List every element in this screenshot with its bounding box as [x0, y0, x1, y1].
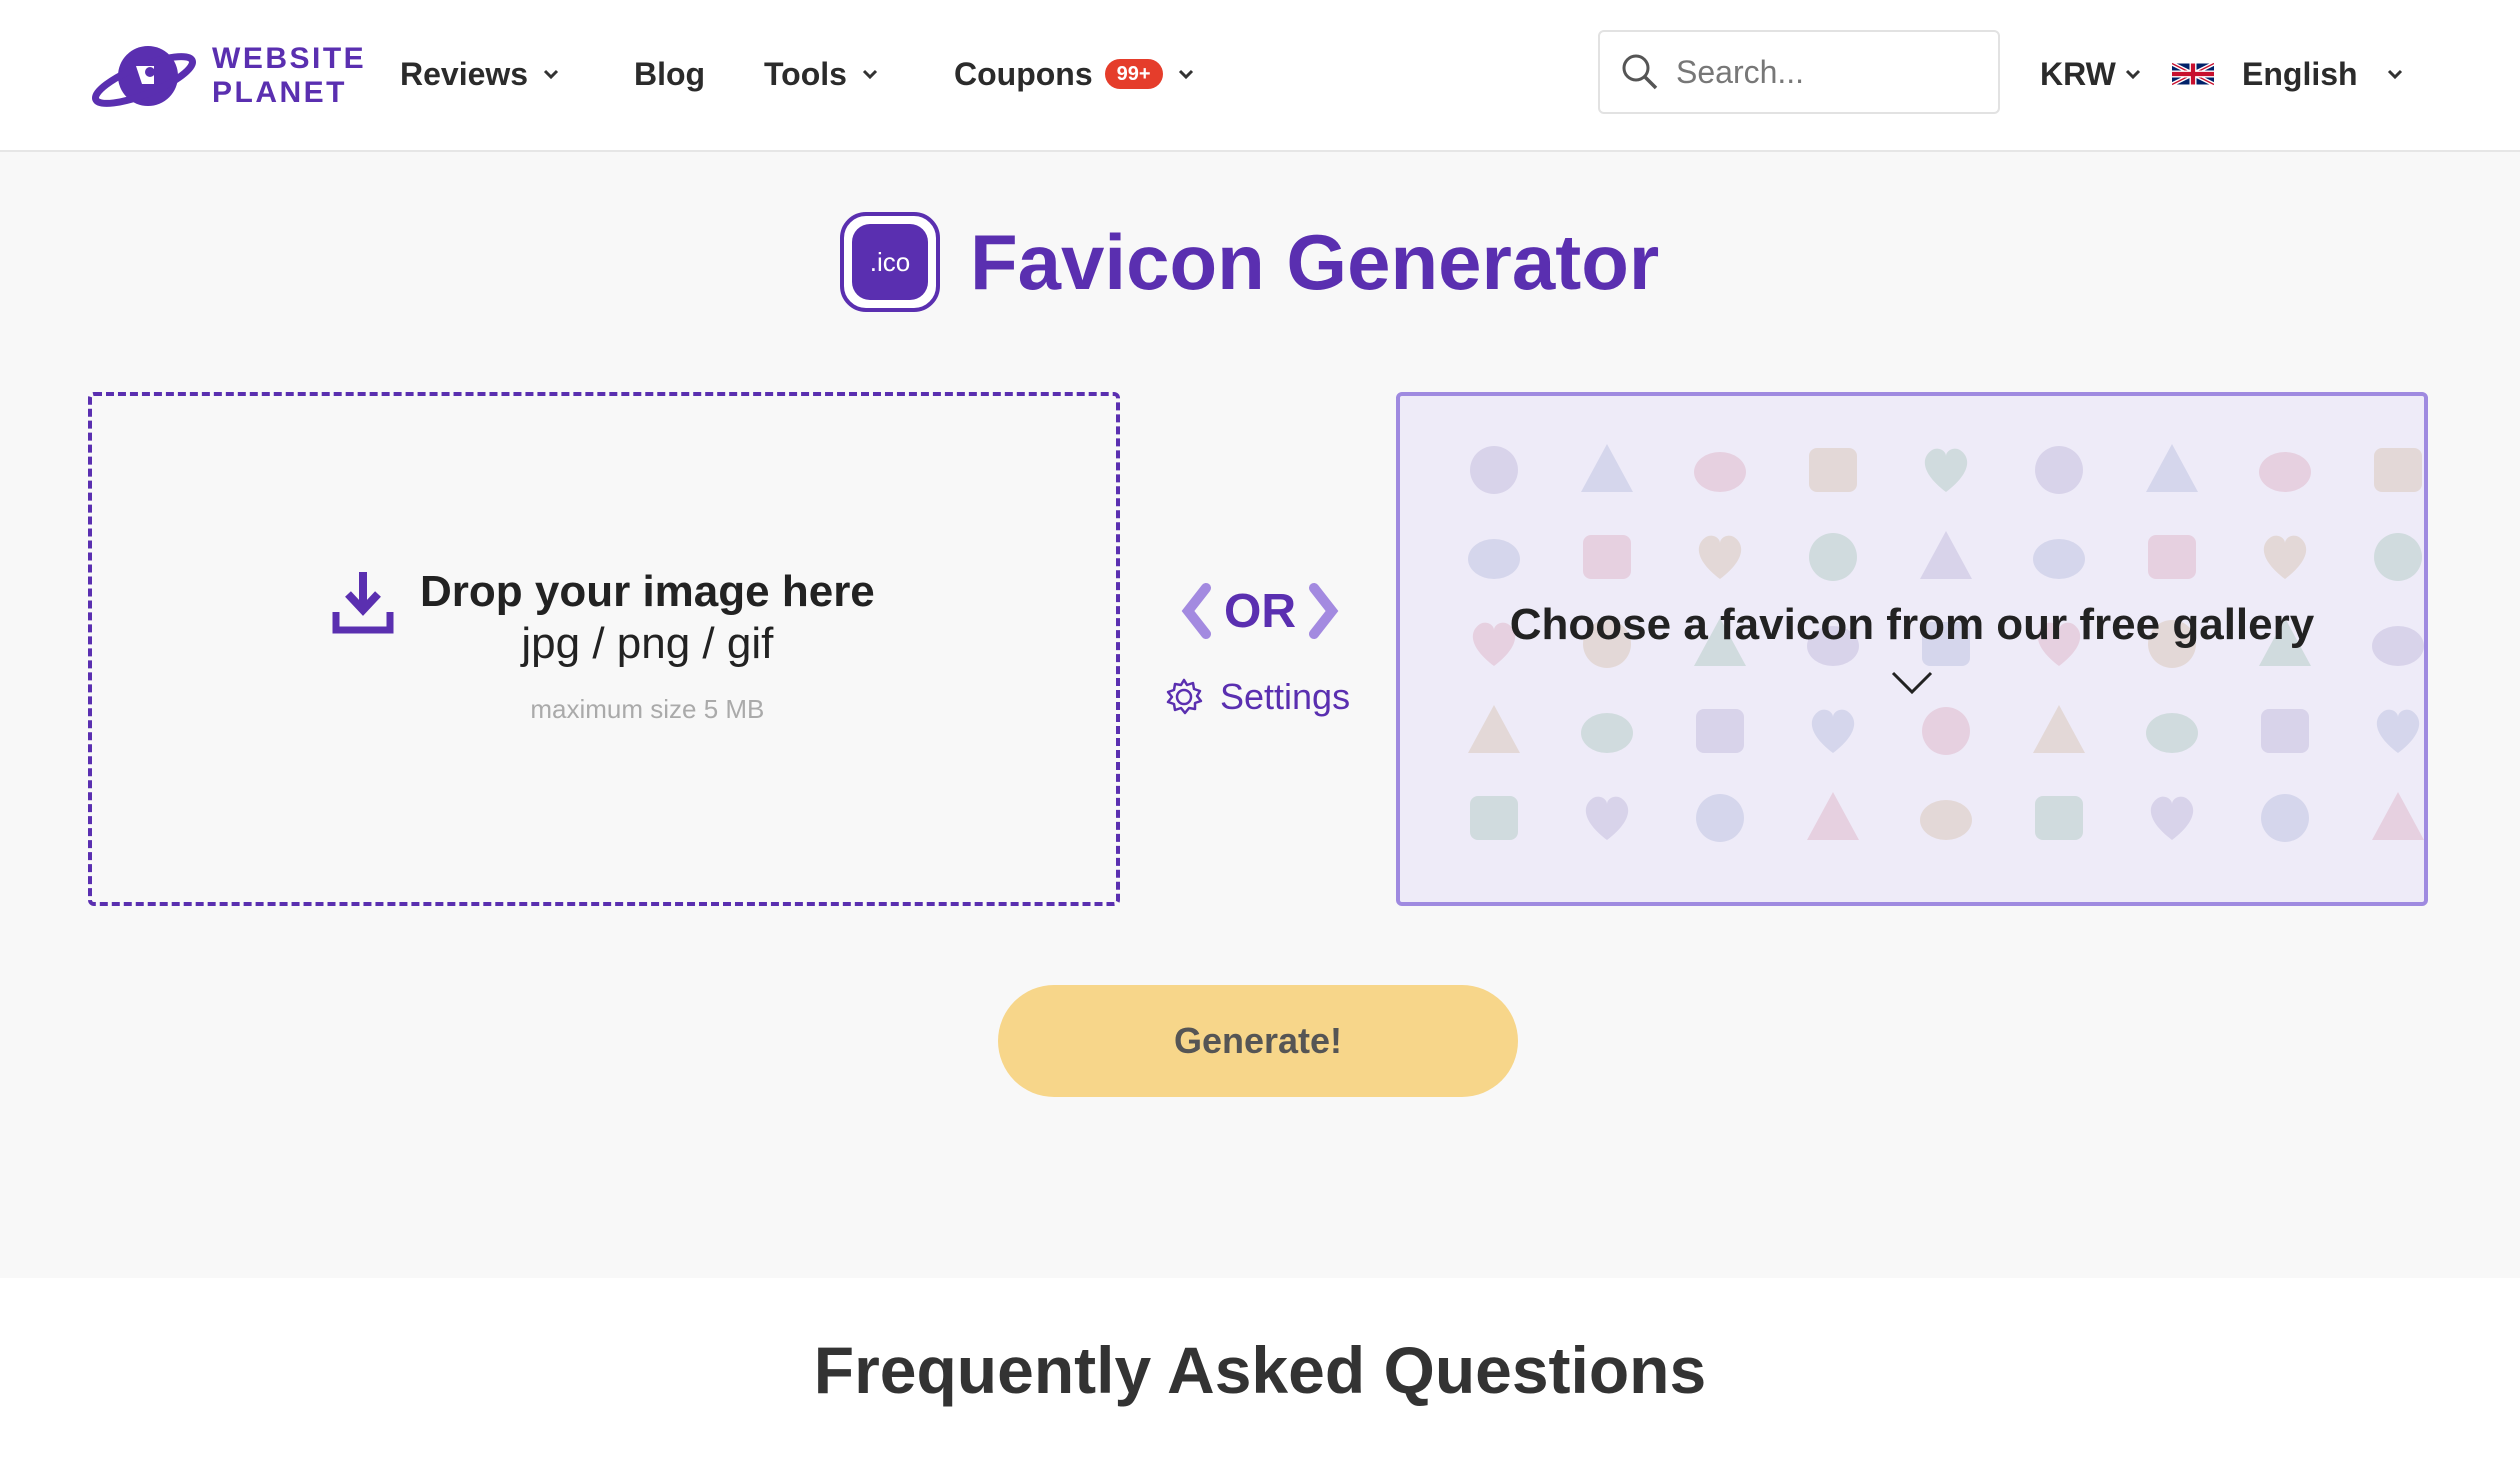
coffee-cup-icon: [1809, 448, 1857, 492]
drop-zone-content: Drop your image here jpg / png / gif max…: [332, 566, 875, 725]
language-label: English: [2242, 55, 2358, 92]
heart-badge-icon: [2374, 533, 2422, 581]
faq-title: Frequently Asked Questions: [813, 1333, 1707, 1407]
chevron-down-icon: [2387, 69, 2402, 80]
bag-lock-icon: [1581, 713, 1633, 753]
monitor-icon: [2374, 448, 2422, 492]
stroller-icon: [1468, 705, 1520, 753]
shirt-icon: [1585, 796, 1629, 840]
page-title: Favicon Generator: [970, 217, 1660, 306]
microphone-icon: [1698, 535, 1742, 579]
nav-reviews[interactable]: Reviews: [400, 52, 560, 96]
snowflake-icon: [2035, 796, 2083, 840]
pineapple-icon: [1468, 539, 1520, 579]
nav-coupons[interactable]: Coupons 99+: [954, 52, 1195, 96]
image-drop-zone[interactable]: Drop your image here jpg / png / gif max…: [88, 392, 1120, 906]
planet-logo-icon: [92, 46, 196, 107]
bulb-icon: [1581, 444, 1633, 492]
drop-zone-formats: jpg / png / gif: [521, 619, 774, 668]
chevron-left-icon: [1181, 583, 1211, 639]
currency-label: KRW: [2040, 55, 2116, 92]
download-icon: [332, 572, 394, 634]
chevron-right-icon: [1309, 583, 1339, 639]
donut-icon: [2261, 709, 2309, 753]
nav-blog[interactable]: Blog: [634, 52, 705, 96]
logo-line-1: WEBSITE: [212, 42, 367, 75]
chevron-down-icon: [1178, 69, 1193, 80]
flame-icon: [1470, 796, 1518, 840]
gear-icon: [1166, 678, 1203, 715]
radio-icon: [2033, 705, 2085, 753]
search-box[interactable]: [1598, 30, 2000, 114]
candy-icon: [1924, 448, 1968, 492]
generate-button[interactable]: Generate!: [998, 985, 1518, 1097]
glasses-icon: [1811, 709, 1855, 753]
faq-section: Frequently Asked Questions: [0, 1278, 2520, 1476]
plane-icon: [2261, 794, 2309, 842]
apple-icon: [2372, 792, 2424, 840]
favicon-gallery-picker[interactable]: Choose a favicon from our free gallery: [1396, 392, 2428, 906]
chevron-down-icon: [1891, 671, 1933, 695]
settings-label: Settings: [1220, 676, 1351, 717]
pizza-icon: [1922, 707, 1970, 755]
or-row: OR: [1170, 582, 1350, 640]
uk-flag-icon: [2172, 61, 2214, 87]
laptop-icon: [2146, 444, 2198, 492]
nav-blog-label: Blog: [634, 55, 706, 92]
camera-icon: [1694, 452, 1746, 492]
or-label: OR: [1224, 584, 1296, 638]
website-planet-logo[interactable]: WEBSITE PLANET: [88, 36, 366, 116]
drop-zone-max-size: maximum size 5 MB: [530, 694, 765, 724]
car-icon: [1583, 535, 1631, 579]
ico-file-icon: .ico: [840, 212, 940, 312]
gift-icon: [1920, 800, 1972, 840]
logo-wordmark: WEBSITE PLANET: [212, 42, 366, 110]
nav-coupons-label: Coupons: [954, 55, 1093, 92]
coupons-count-badge: 99+: [1104, 59, 1163, 89]
chevron-down-icon: [544, 69, 559, 80]
cat-icon: [2259, 452, 2311, 492]
search-icon: [1622, 54, 1658, 90]
chevron-down-icon: [2125, 69, 2140, 80]
chevron-down-icon: [862, 69, 878, 80]
logo-line-2: PLANET: [212, 76, 347, 109]
gallery-label: Choose a favicon from our free gallery: [1509, 600, 2315, 649]
drop-zone-text: Drop your image here jpg / png / gif max…: [420, 566, 875, 725]
search-input[interactable]: [1676, 53, 1976, 91]
settings-link[interactable]: Settings: [1164, 676, 1350, 718]
page-title-row: .ico Favicon Generator: [840, 212, 1659, 312]
drop-icon: [2148, 535, 2196, 579]
feather-icon: [2033, 539, 2085, 579]
star-icon: [1809, 533, 1857, 581]
wrench-icon: [1920, 531, 1972, 579]
tag-icon: [2263, 535, 2307, 579]
or-divider: OR: [1170, 582, 1350, 640]
favicon-tool-section: .ico Favicon Generator Drop your image h…: [0, 152, 2520, 1278]
heart-icon: [2376, 709, 2420, 753]
fruit-icon: [1696, 794, 1744, 842]
site-header: WEBSITE PLANET Reviews Blog Tools Coupon…: [0, 0, 2520, 152]
drop-zone-title: Drop your image here: [420, 567, 875, 616]
windmill-icon: [1807, 792, 1859, 840]
nav-tools[interactable]: Tools: [764, 52, 879, 96]
language-selector[interactable]: English: [2172, 52, 2404, 96]
headphones-icon: [2150, 796, 2194, 840]
drum-icon: [2146, 713, 2198, 753]
ico-file-icon-label: .ico: [852, 224, 928, 300]
nav-reviews-label: Reviews: [400, 55, 529, 92]
nav-tools-label: Tools: [764, 55, 847, 92]
leaf-icon: [2035, 446, 2083, 494]
moon-icon: [1696, 709, 1744, 753]
currency-selector[interactable]: KRW: [2040, 52, 2142, 96]
avocado-icon: [1470, 446, 1518, 494]
